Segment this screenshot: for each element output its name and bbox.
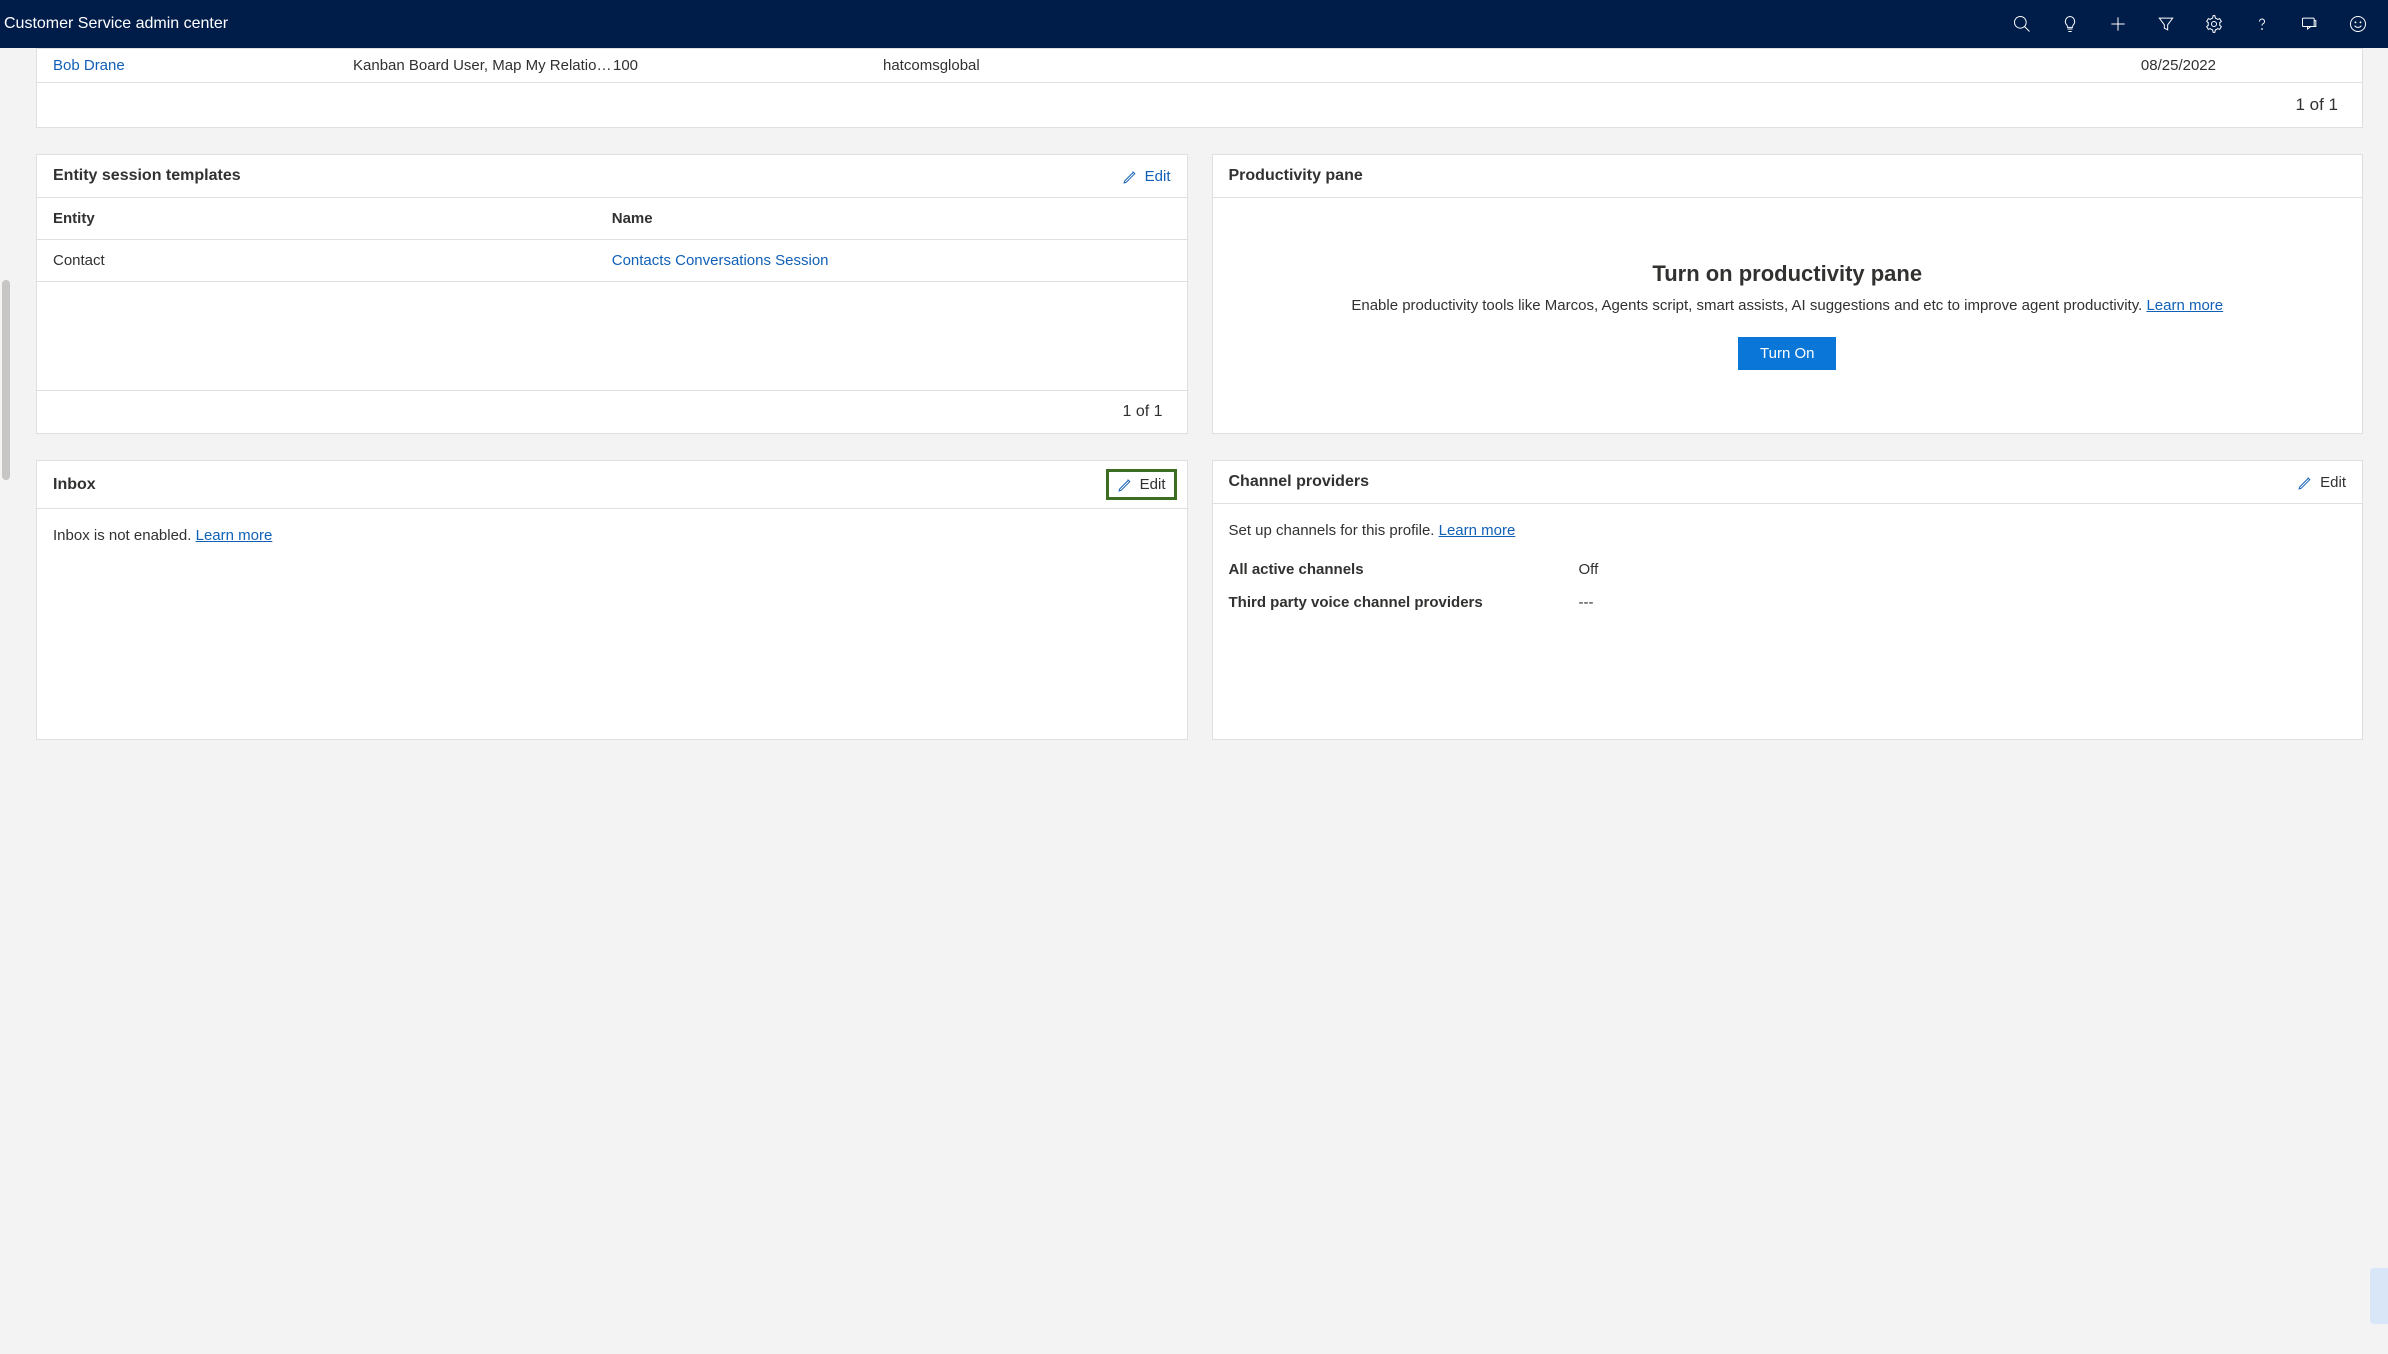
channel-row-thirdparty: Third party voice channel providers --- [1229,586,2347,619]
table-row[interactable]: Contact Contacts Conversations Session [37,240,1187,282]
app-title: Customer Service admin center [4,15,228,33]
inbox-learn-more-link[interactable]: Learn more [196,527,273,544]
entity-session-title: Entity session templates [53,167,241,185]
scrollbar-indicator[interactable] [2,280,10,480]
col-entity: Entity [53,210,612,227]
app-header: Customer Service admin center [0,0,2388,48]
inbox-edit-highlight: Edit [1106,469,1177,500]
entity-cell: Contact [53,252,612,269]
side-help-tab[interactable] [2370,1268,2388,1324]
table-row[interactable]: Bob Drane Kanban Board User, Map My Rela… [37,49,2362,82]
col-name: Name [612,210,1171,227]
users-pager: 1 of 1 [37,82,2362,127]
productivity-heading: Turn on productivity pane [1652,261,1922,287]
users-table-card: Bob Drane Kanban Board User, Map My Rela… [36,48,2363,128]
inbox-title: Inbox [53,476,96,494]
user-capacity: 100 [613,57,883,74]
entity-pager: 1 of 1 [37,390,1187,433]
channel-thirdparty-value: --- [1579,594,2347,611]
channel-title: Channel providers [1229,473,1369,491]
pencil-icon [1117,476,1134,493]
smiley-icon[interactable] [2334,0,2382,48]
channel-learn-more-link[interactable]: Learn more [1439,522,1516,539]
channel-providers-card: Channel providers Edit Set up channels f… [1212,460,2364,740]
user-org: hatcomsglobal [883,57,1083,74]
user-date: 08/25/2022 [1083,57,2346,74]
pencil-icon [1122,168,1139,185]
settings-icon[interactable] [2190,0,2238,48]
inbox-status-text: Inbox is not enabled. [53,527,196,544]
channel-lead: Set up channels for this profile. [1229,522,1439,539]
channel-row-active: All active channels Off [1229,553,2347,586]
lightbulb-icon[interactable] [2046,0,2094,48]
productivity-title: Productivity pane [1229,167,1363,185]
session-template-link[interactable]: Contacts Conversations Session [612,252,1171,269]
add-icon[interactable] [2094,0,2142,48]
user-name-link[interactable]: Bob Drane [53,57,353,74]
inbox-edit-button[interactable]: Edit [1117,476,1166,493]
productivity-card: Productivity pane Turn on productivity p… [1212,154,2364,434]
inbox-card: Inbox Edit Inbox is not enabled. Learn m… [36,460,1188,740]
productivity-desc: Enable productivity tools like Marcos, A… [1351,295,2223,318]
filter-icon[interactable] [2142,0,2190,48]
user-roles: Kanban Board User, Map My Relatio… [353,57,613,74]
productivity-learn-more-link[interactable]: Learn more [2146,297,2223,314]
channel-active-value: Off [1579,561,2347,578]
channel-edit-button[interactable]: Edit [2297,474,2346,491]
search-icon[interactable] [1998,0,2046,48]
pencil-icon [2297,474,2314,491]
chat-icon[interactable] [2286,0,2334,48]
help-icon[interactable] [2238,0,2286,48]
entity-session-edit-button[interactable]: Edit [1122,168,1171,185]
entity-session-card: Entity session templates Edit Entity Nam… [36,154,1188,434]
turn-on-button[interactable]: Turn On [1738,337,1836,370]
